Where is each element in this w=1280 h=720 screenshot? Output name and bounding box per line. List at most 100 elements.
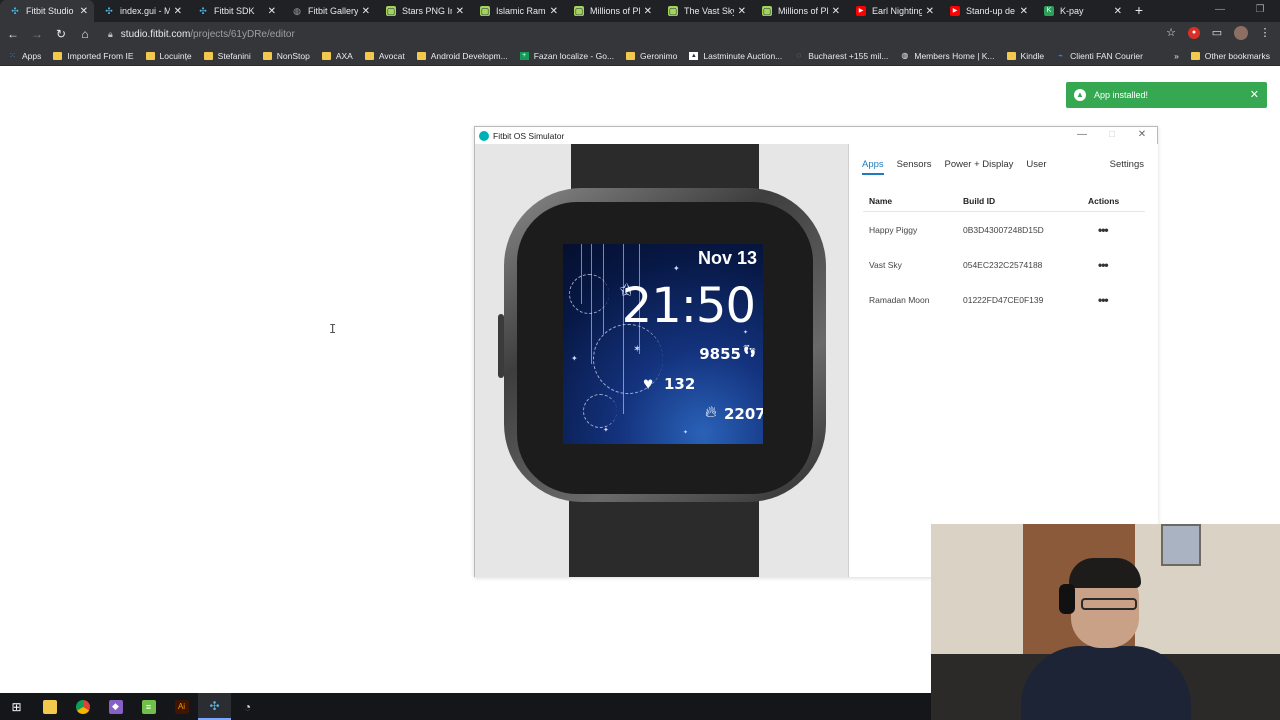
tab-sensors[interactable]: Sensors bbox=[897, 159, 932, 175]
close-icon[interactable]: ✕ bbox=[644, 6, 652, 17]
tab-title: K-pay bbox=[1060, 6, 1084, 16]
bookmarks-overflow-button[interactable]: » bbox=[1174, 51, 1179, 61]
bookmark-label: Clienti FAN Courier bbox=[1070, 50, 1143, 61]
close-icon[interactable]: ✕ bbox=[1020, 6, 1028, 17]
browser-tab[interactable]: ▢ The Vast Sky, T ✕ bbox=[658, 0, 752, 22]
bookmark-item[interactable]: Imported From IE bbox=[53, 51, 134, 61]
bookmark-item[interactable]: Geronimo bbox=[626, 51, 677, 61]
watch-calories: 2207 bbox=[724, 405, 763, 423]
bookmark-label: Avocat bbox=[378, 50, 405, 61]
new-tab-button[interactable]: + bbox=[1128, 0, 1150, 22]
app-build-id: 0B3D43007248D15D bbox=[963, 224, 1044, 235]
column-header-name: Name bbox=[869, 196, 893, 206]
browser-tab[interactable]: ▢ Millions of PN ✕ bbox=[564, 0, 658, 22]
close-icon[interactable]: ✕ bbox=[1250, 88, 1259, 101]
bookmark-item[interactable]: ◌ Bucharest +155 mil... bbox=[794, 51, 888, 61]
bookmark-item[interactable]: Kindle bbox=[1006, 50, 1045, 61]
tab-settings[interactable]: Settings bbox=[1110, 159, 1144, 170]
bookmark-label: Kindle bbox=[1020, 50, 1045, 61]
close-icon[interactable]: ✕ bbox=[80, 6, 88, 17]
folder-icon bbox=[321, 51, 331, 60]
minimize-icon[interactable]: — bbox=[1200, 0, 1240, 22]
clock-app-icon[interactable]: ◔ bbox=[231, 693, 264, 720]
close-icon[interactable]: ✕ bbox=[456, 6, 464, 17]
maximize-icon[interactable]: □ bbox=[1097, 127, 1127, 144]
close-icon[interactable]: ✕ bbox=[550, 6, 558, 17]
reload-icon[interactable]: ↻ bbox=[50, 23, 72, 45]
bookmark-item[interactable]: AXA bbox=[321, 51, 353, 61]
bookmark-item[interactable]: Avocat bbox=[364, 50, 405, 61]
close-icon[interactable]: ✕ bbox=[268, 6, 276, 17]
browser-tab[interactable]: ▢ Millions of PN ✕ bbox=[752, 0, 846, 22]
close-icon[interactable]: ✕ bbox=[1114, 6, 1122, 17]
more-actions-icon[interactable]: ••• bbox=[1088, 223, 1145, 237]
home-icon[interactable]: ⌂ bbox=[74, 23, 96, 45]
tab-apps[interactable]: Apps bbox=[862, 159, 884, 175]
extension-icon[interactable]: ● bbox=[1188, 27, 1200, 39]
illustrator-icon[interactable]: Ai bbox=[165, 693, 198, 720]
star-icon: ✦ bbox=[673, 264, 680, 273]
browser-tab[interactable]: ▶ Stand-up de l ✕ bbox=[940, 0, 1034, 22]
star-icon: ✦ bbox=[683, 430, 689, 436]
png-site-icon: ▢ bbox=[762, 6, 772, 16]
close-icon[interactable]: ✕ bbox=[926, 6, 934, 17]
browser-toolbar: ← → ↻ ⌂ 🔒︎ studio.fitbit.com /projects/6… bbox=[0, 22, 1280, 46]
bookmark-item[interactable]: NonStop bbox=[262, 50, 310, 61]
folder-icon bbox=[1006, 51, 1016, 60]
fitbit-icon[interactable]: ✣ bbox=[198, 693, 231, 720]
folder-icon bbox=[145, 51, 155, 60]
bookmark-item[interactable]: + Fazan localize - Go... bbox=[519, 51, 614, 61]
bookmark-item[interactable]: Locuințe bbox=[145, 51, 192, 61]
watch-heart-rate: 132 bbox=[664, 375, 696, 393]
browser-tab[interactable]: ◍ Fitbit Gallery A ✕ bbox=[282, 0, 376, 22]
chrome-icon[interactable] bbox=[66, 693, 99, 720]
browser-tab[interactable]: ✣ Fitbit Studio ✕ bbox=[0, 0, 94, 22]
minimize-icon[interactable]: — bbox=[1067, 127, 1097, 144]
bookmark-item[interactable]: ⁙ Apps bbox=[8, 51, 41, 61]
browser-tab[interactable]: ✣ Fitbit SDK ✕ bbox=[188, 0, 282, 22]
watch-screen[interactable]: ✩ ✶ ✦ ✦ ✦ ✦ ✦ Nov 13 21:50 9855 👣︎ ♥ 132… bbox=[563, 244, 763, 444]
tab-user[interactable]: User bbox=[1026, 159, 1046, 175]
folder-icon bbox=[364, 51, 374, 60]
other-bookmarks[interactable]: Other bookmarks bbox=[1190, 51, 1270, 61]
address-bar[interactable]: 🔒︎ studio.fitbit.com /projects/61yDRe/ed… bbox=[108, 24, 1168, 44]
more-actions-icon[interactable]: ••• bbox=[1088, 293, 1145, 307]
bookmark-item[interactable]: ⌁ Clienti FAN Courier bbox=[1056, 51, 1143, 61]
bookmarks-bar: ⁙ Apps Imported From IE Locuințe Stefanin… bbox=[0, 46, 1280, 66]
bookmark-label: NonStop bbox=[276, 50, 310, 61]
windows-start-icon[interactable]: ⊞ bbox=[0, 693, 33, 720]
star-icon: ✦ bbox=[603, 427, 609, 434]
menu-kebab-icon[interactable]: ⋮ bbox=[1256, 24, 1274, 42]
profile-avatar[interactable] bbox=[1234, 26, 1248, 40]
crescent-moon-icon bbox=[569, 274, 609, 314]
back-arrow-icon[interactable]: ← bbox=[2, 23, 24, 45]
cast-icon[interactable]: ▭ bbox=[1208, 24, 1226, 42]
visual-studio-icon[interactable]: ◆ bbox=[99, 693, 132, 720]
browser-tab[interactable]: ▢ Islamic Ramad ✕ bbox=[470, 0, 564, 22]
bookmark-item[interactable]: ◍ Members Home | K... bbox=[900, 51, 994, 61]
bookmark-item[interactable]: Android Developm... bbox=[416, 51, 508, 61]
bookmark-item[interactable]: Stefanini bbox=[203, 51, 251, 61]
close-icon[interactable]: ✕ bbox=[738, 6, 746, 17]
tab-power-display[interactable]: Power + Display bbox=[945, 159, 1014, 175]
more-actions-icon[interactable]: ••• bbox=[1088, 258, 1145, 272]
browser-tab[interactable]: ✣ index.gui - Mc ✕ bbox=[94, 0, 188, 22]
close-icon[interactable]: ✕ bbox=[1127, 127, 1157, 144]
bookmark-label: Geronimo bbox=[640, 50, 678, 61]
table-row: Happy Piggy 0B3D43007248D15D ••• bbox=[863, 212, 1145, 247]
close-icon[interactable]: ✕ bbox=[832, 6, 840, 17]
forward-arrow-icon[interactable]: → bbox=[26, 23, 48, 45]
restore-icon[interactable]: ❐ bbox=[1240, 0, 1280, 22]
browser-tab[interactable]: ▢ Stars PNG Ima ✕ bbox=[376, 0, 470, 22]
headset-icon bbox=[1059, 584, 1075, 614]
globe-icon: ◍ bbox=[293, 6, 301, 16]
close-icon[interactable]: ✕ bbox=[362, 6, 370, 17]
bookmark-item[interactable]: ▲ Lastminute Auction... bbox=[689, 51, 782, 61]
browser-tab[interactable]: K K-pay ✕ bbox=[1034, 0, 1128, 22]
notepad-icon[interactable]: ≡ bbox=[132, 693, 165, 720]
star-icon: ✦ bbox=[571, 354, 578, 363]
browser-tab[interactable]: ▶ Earl Nightinga ✕ bbox=[846, 0, 940, 22]
close-icon[interactable]: ✕ bbox=[174, 6, 182, 17]
bookmark-star-icon[interactable]: ☆ bbox=[1162, 24, 1180, 42]
file-explorer-icon[interactable] bbox=[33, 693, 66, 720]
